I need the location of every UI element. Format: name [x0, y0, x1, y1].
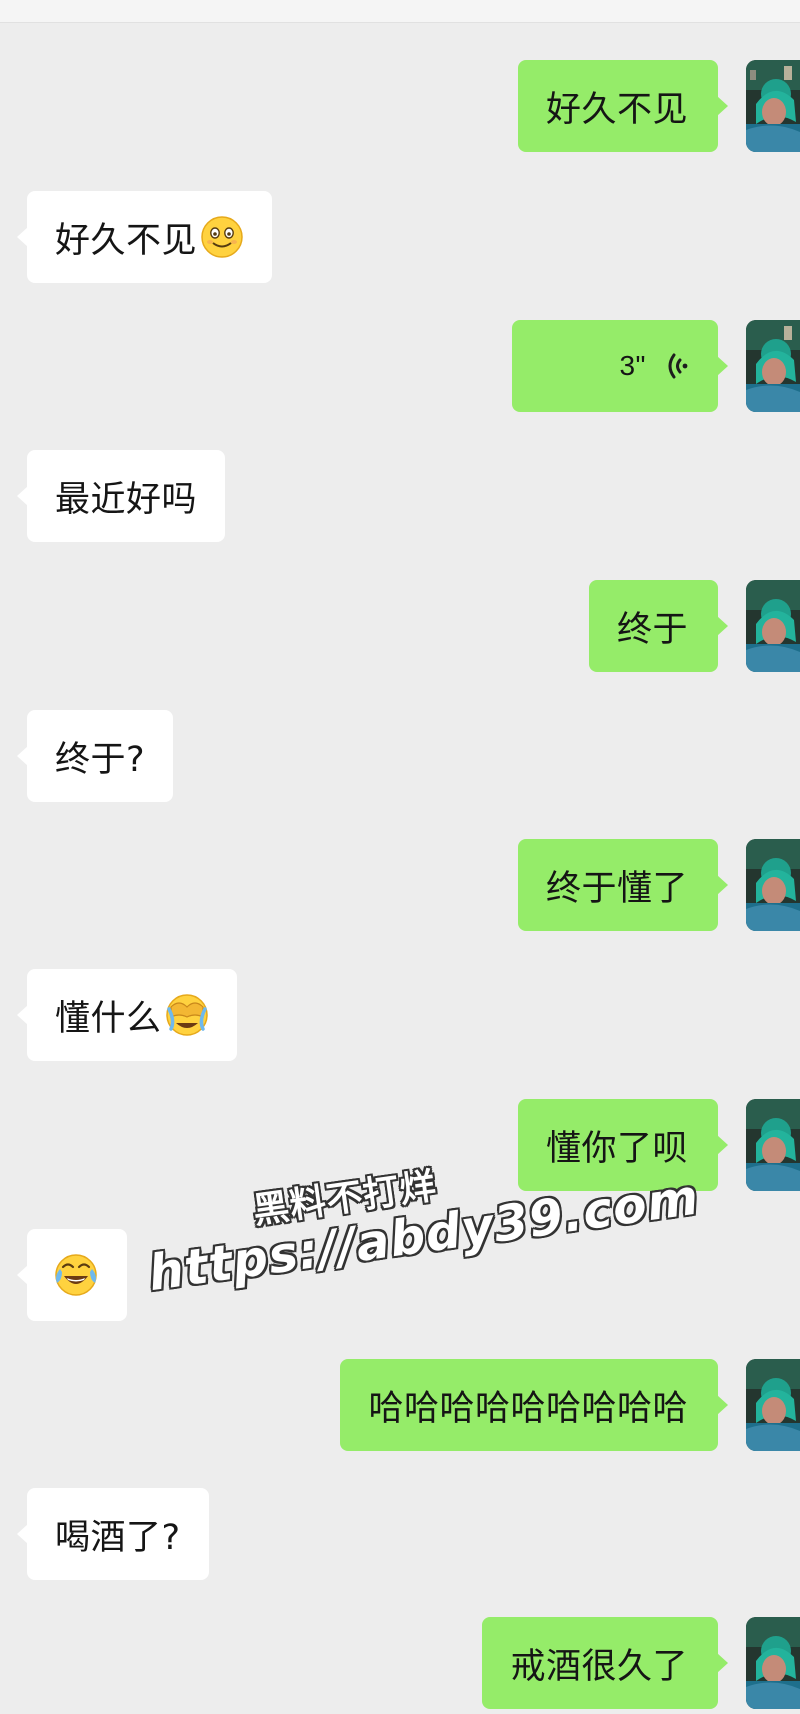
avatar-image	[746, 1359, 800, 1451]
message-row: 好久不见	[0, 60, 800, 152]
avatar[interactable]	[746, 320, 800, 412]
outgoing-message-bubble[interactable]: 戒酒很久了	[482, 1617, 728, 1709]
message-row: 最近好吗	[0, 450, 800, 542]
message-row: 终于	[0, 580, 800, 672]
voice-duration: 3"	[619, 350, 646, 381]
message-text: 好久不见	[55, 220, 198, 261]
outgoing-message-bubble[interactable]: 终于	[588, 580, 729, 672]
outgoing-message-bubble[interactable]: 哈哈哈哈哈哈哈哈哈	[340, 1359, 728, 1451]
avatar[interactable]	[746, 1359, 800, 1451]
message-row: 3"	[0, 320, 800, 412]
outgoing-message-bubble[interactable]: 好久不见	[517, 60, 729, 152]
outgoing-message-bubble[interactable]: 懂你了呗	[517, 1099, 729, 1191]
message-text: 懂什么	[55, 998, 162, 1039]
message-row: 终于懂了	[0, 839, 800, 931]
message-row: 懂什么	[0, 969, 800, 1061]
message-text: 最近好吗	[55, 479, 198, 520]
message-text: 戒酒很久了	[510, 1646, 688, 1687]
message-text: 终于	[616, 609, 688, 650]
avatar[interactable]	[746, 1617, 800, 1709]
avatar[interactable]	[746, 1099, 800, 1191]
incoming-message-bubble[interactable]: 终于?	[16, 710, 174, 802]
avatar[interactable]	[746, 60, 800, 152]
voice-wave-icon	[668, 353, 688, 379]
message-row: 哈哈哈哈哈哈哈哈哈	[0, 1359, 800, 1451]
avatar-image	[746, 60, 800, 152]
message-row: 懂你了呗	[0, 1099, 800, 1191]
incoming-emoji-bubble[interactable]	[17, 1229, 127, 1321]
outgoing-message-bubble[interactable]: 终于懂了	[517, 839, 729, 931]
avatar-image	[746, 839, 800, 931]
message-text: 懂你了呗	[545, 1128, 688, 1169]
message-row: 好久不见	[0, 191, 800, 283]
avatar[interactable]	[746, 580, 800, 672]
message-row: 戒酒很久了	[0, 1617, 800, 1709]
message-text: 终于懂了	[545, 868, 688, 909]
message-text: 好久不见	[545, 89, 688, 130]
avatar[interactable]	[746, 839, 800, 931]
incoming-message-bubble[interactable]: 懂什么	[17, 969, 237, 1061]
message-row: 终于?	[0, 710, 800, 802]
tears-of-joy-emoji-icon	[55, 1254, 97, 1296]
message-row: 喝酒了?	[0, 1488, 800, 1580]
message-text: 喝酒了?	[55, 1517, 181, 1558]
avatar-image	[746, 1099, 800, 1191]
message-row	[0, 1229, 800, 1321]
incoming-message-bubble[interactable]: 喝酒了?	[17, 1488, 209, 1580]
avatar-image	[746, 320, 800, 412]
avatar-image	[746, 580, 800, 672]
outgoing-voice-message[interactable]: 3"	[512, 320, 728, 412]
avatar-image	[746, 1617, 800, 1709]
facepalm-emoji-icon	[165, 994, 208, 1036]
message-text: 终于?	[55, 739, 146, 780]
chat-message-list[interactable]: 好久不见 好久不见 3" 最近好吗 终于 终于? 终于懂了 懂什么 懂你了呗 哈…	[0, 0, 800, 1714]
incoming-message-bubble[interactable]: 最近好吗	[16, 450, 226, 542]
smile-emoji-icon	[201, 216, 243, 258]
incoming-message-bubble[interactable]: 好久不见	[16, 191, 273, 283]
voice-message: 3"	[619, 349, 688, 383]
message-text: 哈哈哈哈哈哈哈哈哈	[368, 1388, 688, 1429]
